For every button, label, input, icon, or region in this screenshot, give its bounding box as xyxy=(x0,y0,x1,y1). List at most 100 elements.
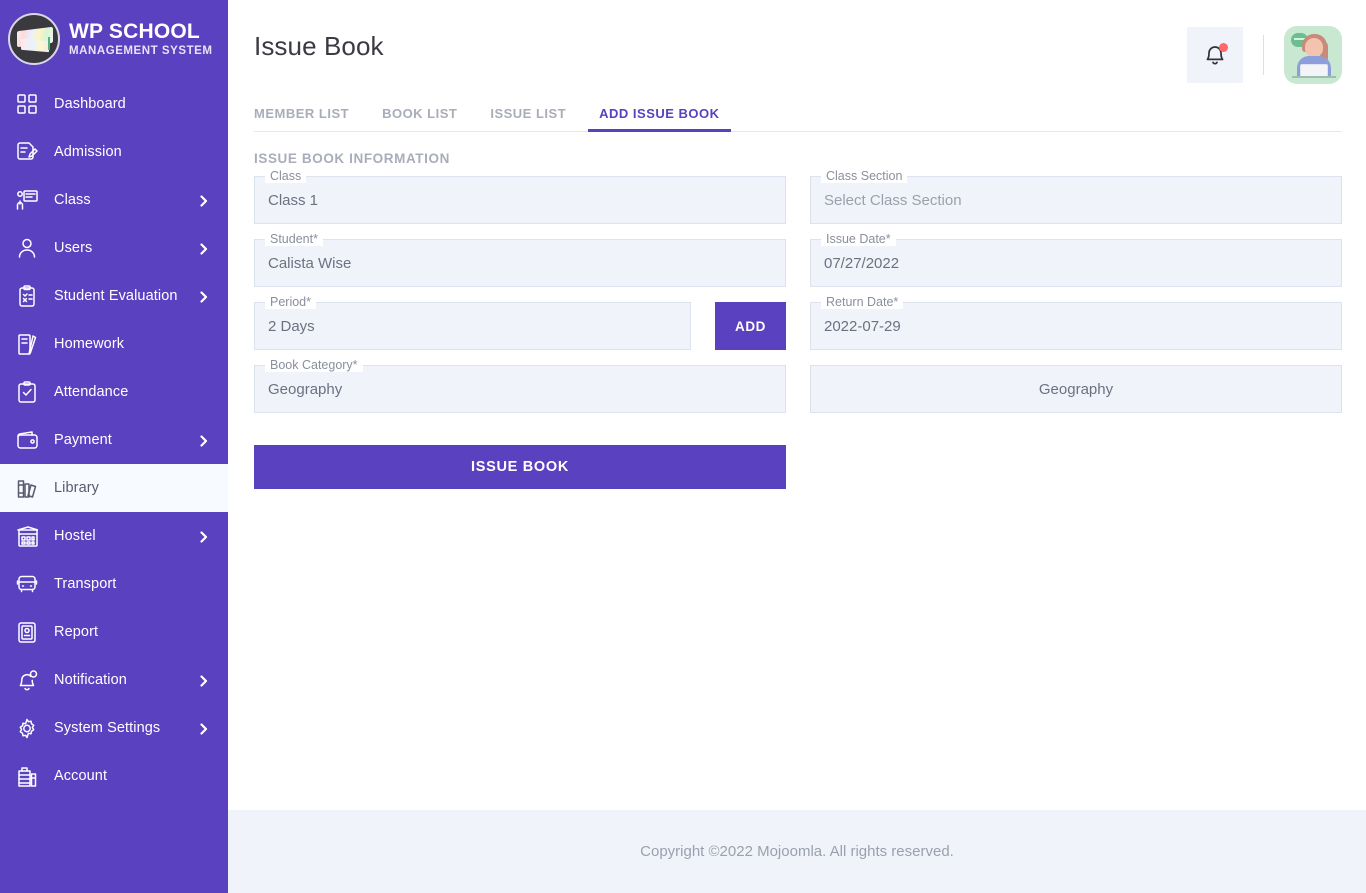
issue-date-value: 07/27/2022 xyxy=(824,254,900,272)
issue-date-input[interactable]: Issue Date* 07/27/2022 xyxy=(810,232,1342,287)
tab-issue-list[interactable]: ISSUE LIST xyxy=(490,106,566,131)
sidebar-item-label: Dashboard xyxy=(54,96,126,112)
period-row: Period* 2 Days ADD xyxy=(254,295,786,365)
notification-badge xyxy=(1219,43,1228,52)
topbar-divider xyxy=(1263,35,1264,75)
book-category-value: Geography xyxy=(268,380,343,398)
checklist-icon xyxy=(14,380,40,404)
brand-subtitle: MANAGEMENT SYSTEM xyxy=(69,44,213,57)
chevron-right-icon xyxy=(198,674,210,687)
form-section-title: ISSUE BOOK INFORMATION xyxy=(254,151,450,166)
issue-book-button[interactable]: ISSUE BOOK xyxy=(254,445,786,489)
return-date-value: 2022-07-29 xyxy=(824,317,901,335)
tab-member-list[interactable]: MEMBER LIST xyxy=(254,106,349,131)
form-column-right: Class Section Select Class Section Issue… xyxy=(810,169,1342,491)
sidebar-item-hostel[interactable]: Hostel xyxy=(0,512,228,560)
sidebar-item-admission[interactable]: Admission xyxy=(0,128,228,176)
sidebar-item-label: Student Evaluation xyxy=(54,288,178,304)
topbar-actions xyxy=(1187,26,1342,84)
sidebar-item-label: Account xyxy=(54,768,108,784)
student-select[interactable]: Student* Calista Wise xyxy=(254,232,786,287)
sidebar-item-label: System Settings xyxy=(54,720,161,736)
bell-pin-icon xyxy=(14,668,40,692)
brand-text: WP SCHOOL MANAGEMENT SYSTEM xyxy=(69,21,213,58)
book-category-select[interactable]: Book Category* Geography xyxy=(254,358,786,413)
tab-bar: MEMBER LIST BOOK LIST ISSUE LIST ADD ISSUE … xyxy=(254,95,1342,132)
bell-icon xyxy=(1204,43,1228,67)
sidebar-item-label: Report xyxy=(54,624,99,640)
main-content: Issue Book MEMBER LIST BOOK LIST ISSUE L… xyxy=(228,0,1366,893)
page-title: Issue Book xyxy=(254,31,384,61)
sidebar-item-label: Payment xyxy=(54,432,112,448)
add-button[interactable]: ADD xyxy=(715,302,786,350)
gear-icon xyxy=(14,716,40,740)
avatar[interactable] xyxy=(1284,26,1342,84)
sidebar-item-label: Users xyxy=(54,240,93,256)
sidebar-item-transport[interactable]: Transport xyxy=(0,560,228,608)
sidebar-item-payment[interactable]: Payment xyxy=(0,416,228,464)
class-select[interactable]: Class Class 1 xyxy=(254,169,786,224)
return-date-label: Return Date* xyxy=(821,295,904,309)
period-label: Period* xyxy=(265,295,316,309)
clipboard-check-icon xyxy=(14,284,40,308)
selected-book-box[interactable]: Geography xyxy=(810,365,1342,413)
sidebar-item-student-evaluation[interactable]: Student Evaluation xyxy=(0,272,228,320)
user-icon xyxy=(14,236,40,260)
app-root: WP SCHOOL MANAGEMENT SYSTEM Dashboard Adm… xyxy=(0,0,1366,893)
class-value: Class 1 xyxy=(268,191,319,209)
sidebar-item-users[interactable]: Users xyxy=(0,224,228,272)
issue-date-label: Issue Date* xyxy=(821,232,896,246)
sidebar-item-label: Class xyxy=(54,192,91,208)
sidebar: WP SCHOOL MANAGEMENT SYSTEM Dashboard Adm… xyxy=(0,0,228,893)
sidebar-item-label: Admission xyxy=(54,144,122,160)
tab-book-list[interactable]: BOOK LIST xyxy=(382,106,457,131)
sidebar-item-library[interactable]: Library xyxy=(0,464,228,512)
class-label: Class xyxy=(265,169,307,183)
sidebar-item-label: Attendance xyxy=(54,384,129,400)
brand-title: WP SCHOOL xyxy=(69,19,200,43)
tabs-container: MEMBER LIST BOOK LIST ISSUE LIST ADD ISSUE … xyxy=(228,95,1366,132)
class-section-select[interactable]: Class Section Select Class Section xyxy=(810,169,1342,224)
form-column-left: Class Class 1 Student* Calista Wise Peri… xyxy=(254,169,786,491)
class-section-label: Class Section xyxy=(821,169,908,183)
sidebar-item-system-settings[interactable]: System Settings xyxy=(0,704,228,752)
sidebar-item-label: Transport xyxy=(54,576,117,592)
graduation-cap-logo xyxy=(8,13,60,65)
chevron-right-icon xyxy=(198,194,210,207)
sidebar-item-homework[interactable]: Homework xyxy=(0,320,228,368)
footer: Copyright ©2022 Mojoomla. All rights res… xyxy=(228,810,1366,893)
building-icon xyxy=(14,524,40,548)
sidebar-item-notification[interactable]: Notification xyxy=(0,656,228,704)
sidebar-item-label: Notification xyxy=(54,672,127,688)
content-filler xyxy=(228,491,1366,810)
sidebar-nav: Dashboard Admission Class Users Student Eval… xyxy=(0,80,228,800)
chevron-right-icon xyxy=(198,290,210,303)
tab-add-issue-book[interactable]: ADD ISSUE BOOK xyxy=(588,106,731,132)
student-label: Student* xyxy=(265,232,323,246)
sidebar-item-label: Homework xyxy=(54,336,125,352)
period-select[interactable]: Period* 2 Days xyxy=(254,295,691,350)
sidebar-item-label: Hostel xyxy=(54,528,96,544)
sidebar-item-dashboard[interactable]: Dashboard xyxy=(0,80,228,128)
classroom-icon xyxy=(14,188,40,212)
return-date-input[interactable]: Return Date* 2022-07-29 xyxy=(810,295,1342,350)
brand[interactable]: WP SCHOOL MANAGEMENT SYSTEM xyxy=(0,0,228,80)
chevron-right-icon xyxy=(198,242,210,255)
document-edit-icon xyxy=(14,140,40,164)
report-icon xyxy=(14,620,40,644)
notification-button[interactable] xyxy=(1187,27,1243,83)
sidebar-item-account[interactable]: Account xyxy=(0,752,228,800)
sidebar-item-label: Library xyxy=(54,480,100,496)
period-value: 2 Days xyxy=(268,317,315,335)
books-icon xyxy=(14,476,40,500)
chevron-right-icon xyxy=(198,530,210,543)
sidebar-item-report[interactable]: Report xyxy=(0,608,228,656)
grid-icon xyxy=(14,92,40,116)
sidebar-item-attendance[interactable]: Attendance xyxy=(0,368,228,416)
student-value: Calista Wise xyxy=(268,254,352,272)
book-pen-icon xyxy=(14,332,40,356)
class-section-value: Select Class Section xyxy=(824,191,962,209)
topbar: Issue Book xyxy=(228,0,1366,95)
bus-icon xyxy=(14,572,40,596)
sidebar-item-class[interactable]: Class xyxy=(0,176,228,224)
